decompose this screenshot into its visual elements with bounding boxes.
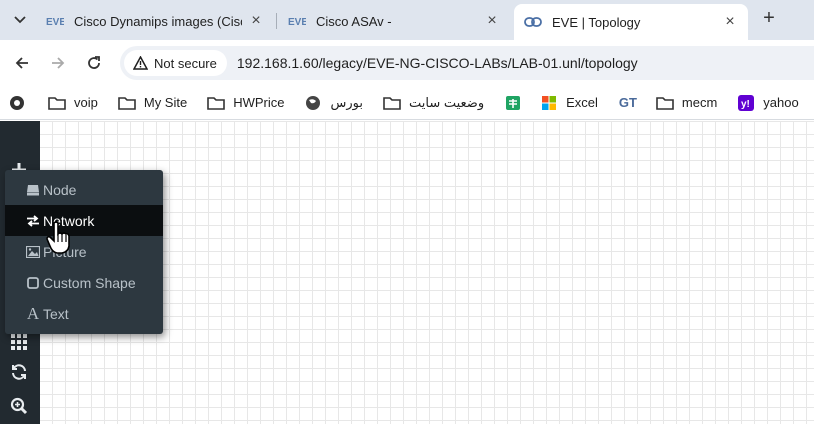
yahoo-icon: y! (737, 94, 755, 111)
bookmark-hwprice[interactable]: HWPrice (207, 95, 284, 111)
new-tab-button[interactable]: + (758, 8, 780, 30)
globe-icon (304, 95, 322, 111)
chrome-apps-icon (8, 95, 26, 111)
close-icon[interactable]: × (722, 14, 738, 30)
bookmark-excel[interactable]: Excel (540, 95, 598, 111)
menu-item-label: Text (43, 305, 69, 322)
svg-text:EVE: EVE (46, 17, 64, 28)
microsoft-icon (540, 95, 558, 111)
bookmark-label: My Site (143, 95, 188, 110)
menu-item-label: Custom Shape (43, 274, 136, 291)
bookmark-yahoo[interactable]: y! yahoo (737, 94, 799, 111)
bookmark-label: yahoo (763, 95, 799, 110)
tab-separator (276, 13, 277, 29)
bookmark-label: HWPrice (233, 95, 285, 110)
bookmark-label: وضعیت سایت (408, 94, 485, 110)
svg-text:y!: y! (741, 99, 750, 110)
bookmark-apps[interactable] (8, 95, 34, 111)
arrow-left-icon (15, 57, 28, 69)
menu-item-custom-shape[interactable]: Custom Shape (5, 267, 163, 298)
forward-button[interactable] (47, 52, 69, 74)
bookmark-mecm[interactable]: mecm (656, 95, 717, 111)
eve-link-icon (524, 15, 542, 29)
bookmarks-bar: voip My Site HWPrice بورس وضعیت سایت Exc… (0, 86, 814, 120)
add-object-menu: Node Network Picture Custom Shape A Text (5, 170, 163, 334)
tab-cisco-asav[interactable]: EVE Cisco ASAv - × (278, 6, 510, 36)
bookmark-label: mecm (681, 95, 718, 110)
warning-icon (132, 55, 148, 71)
folder-icon (656, 95, 674, 111)
tab-search-icon[interactable] (10, 10, 30, 30)
refresh-icon[interactable] (8, 361, 30, 383)
arrow-right-icon (52, 57, 65, 69)
security-chip[interactable]: Not secure (124, 50, 227, 76)
bookmark-voip[interactable]: voip (48, 95, 98, 111)
gt-icon: GT (618, 95, 637, 110)
url-text[interactable]: 192.168.1.60/legacy/EVE-NG-CISCO-LABs/LA… (237, 55, 638, 71)
zoom-icon[interactable] (8, 395, 30, 417)
eve-logo-icon: EVE (288, 14, 306, 28)
close-icon[interactable]: × (484, 13, 500, 29)
bookmark-label: Excel (566, 95, 598, 110)
bookmark-sheets[interactable] (504, 95, 530, 111)
hand-cursor-icon (46, 221, 70, 254)
folder-icon (118, 95, 136, 111)
tab-title: Cisco Dynamips images (Cisco (74, 13, 242, 29)
eve-logo-icon: EVE (46, 14, 64, 28)
folder-icon (48, 95, 66, 111)
node-icon (25, 182, 41, 198)
network-exchange-icon (25, 213, 41, 229)
menu-item-picture[interactable]: Picture (5, 236, 163, 267)
tab-title: Cisco ASAv - (316, 13, 392, 29)
reload-button[interactable] (83, 52, 105, 74)
address-bar[interactable]: Not secure 192.168.1.60/legacy/EVE-NG-CI… (120, 46, 814, 80)
shape-icon (25, 275, 41, 291)
bookmark-gt[interactable]: GT (618, 95, 646, 111)
bookmark-label: voip (74, 95, 98, 110)
reload-icon (88, 56, 100, 69)
menu-item-label: Node (43, 181, 77, 198)
bookmark-my-site[interactable]: My Site (118, 95, 187, 111)
picture-icon (25, 244, 41, 260)
close-icon[interactable]: × (248, 13, 264, 29)
bookmark-site-status[interactable]: وضعیت سایت (383, 95, 484, 111)
grid-icon[interactable] (8, 331, 30, 353)
back-button[interactable] (11, 52, 33, 74)
bookmark-label: بورس (330, 94, 363, 110)
folder-icon (383, 95, 401, 111)
tab-title: EVE | Topology (552, 14, 641, 30)
tab-eve-topology[interactable]: EVE | Topology × (514, 4, 748, 40)
tab-strip: EVE Cisco Dynamips images (Cisco × EVE C… (0, 0, 814, 40)
svg-text:EVE: EVE (288, 17, 306, 28)
text-icon: A (26, 303, 40, 323)
menu-item-text[interactable]: A Text (5, 298, 163, 329)
sheets-icon (504, 95, 522, 111)
browser-toolbar: Not secure 192.168.1.60/legacy/EVE-NG-CI… (0, 40, 814, 86)
menu-item-network[interactable]: Network (5, 205, 163, 236)
menu-item-node[interactable]: Node (5, 174, 163, 205)
tab-cisco-dynamips[interactable]: EVE Cisco Dynamips images (Cisco × (36, 6, 274, 36)
security-label: Not secure (154, 55, 217, 71)
folder-icon (207, 95, 226, 111)
bookmark-bourse[interactable]: بورس (304, 94, 363, 111)
